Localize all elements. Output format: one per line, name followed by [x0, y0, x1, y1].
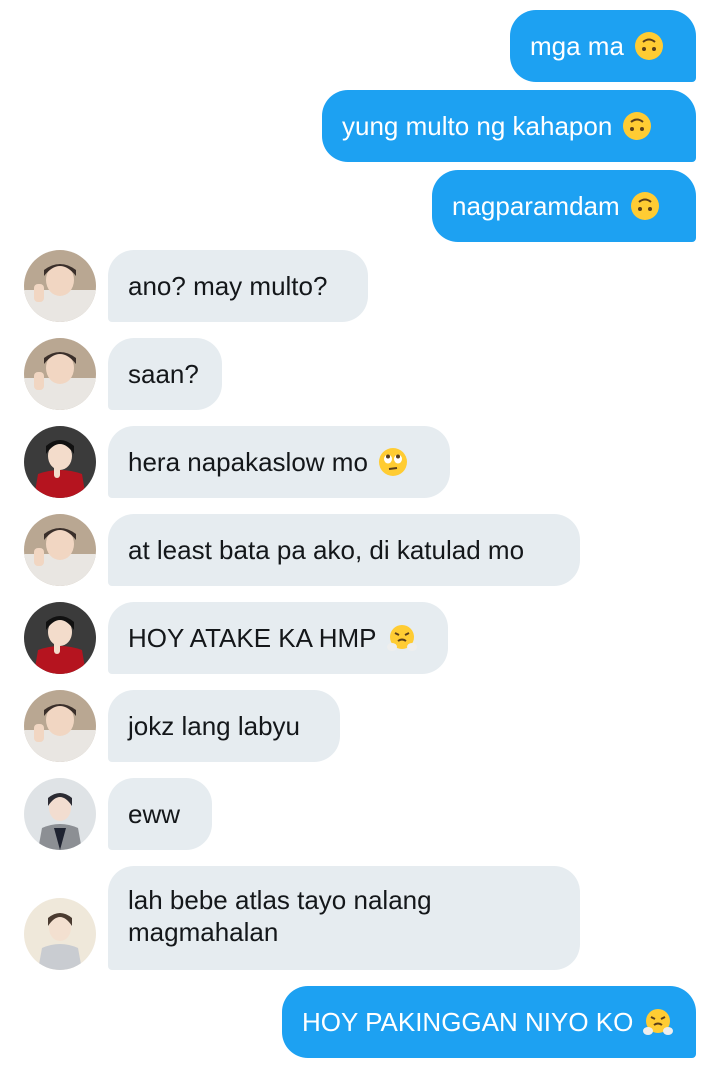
message-text: hera napakaslow mo	[128, 447, 368, 477]
message-text: yung multo ng kahapon	[342, 111, 613, 141]
received-message-bubble[interactable]: at least bata pa ako, di katulad mo	[108, 514, 580, 586]
avatar-user-a[interactable]	[24, 514, 96, 586]
received-message-bubble[interactable]: eww	[108, 778, 212, 850]
avatar-user-a[interactable]	[24, 250, 96, 322]
steam-from-nose-emoji-icon	[643, 1007, 674, 1037]
avatar-user-a[interactable]	[24, 690, 96, 762]
avatar-user-b[interactable]	[24, 426, 96, 498]
upside-down-face-emoji-icon	[630, 191, 660, 221]
avatar-user-d[interactable]	[24, 898, 96, 970]
received-message-bubble[interactable]: HOY ATAKE KA HMP	[108, 602, 448, 674]
message-text: HOY ATAKE KA HMP	[128, 623, 377, 653]
sent-message-bubble[interactable]: mga ma	[510, 10, 696, 82]
chat-thread: mga ma yung multo ng kahapon nagparamdam…	[0, 0, 720, 1071]
message-text: at least bata pa ako, di katulad mo	[128, 535, 525, 565]
message-text: lah bebe atlas tayo nalang magmahalan	[128, 885, 432, 947]
message-text: jokz lang labyu	[128, 711, 300, 741]
received-message-bubble[interactable]: jokz lang labyu	[108, 690, 340, 762]
message-text: saan?	[128, 359, 199, 389]
upside-down-face-emoji-icon	[634, 31, 664, 61]
steam-from-nose-emoji-icon	[386, 623, 417, 653]
sent-message-bubble[interactable]: nagparamdam	[432, 170, 696, 242]
avatar-user-b[interactable]	[24, 602, 96, 674]
message-text: ano? may multo?	[128, 271, 328, 301]
message-text: nagparamdam	[452, 191, 620, 221]
message-text: eww	[128, 799, 181, 829]
avatar-user-a[interactable]	[24, 338, 96, 410]
message-text: HOY PAKINGGAN NIYO KO	[302, 1007, 634, 1037]
sent-message-bubble[interactable]: yung multo ng kahapon	[322, 90, 696, 162]
received-message-bubble[interactable]: hera napakaslow mo	[108, 426, 450, 498]
received-message-bubble[interactable]: lah bebe atlas tayo nalang magmahalan	[108, 866, 580, 970]
avatar-user-c[interactable]	[24, 778, 96, 850]
message-text: mga ma	[530, 31, 624, 61]
upside-down-face-emoji-icon	[622, 111, 652, 141]
eye-roll-emoji-icon	[378, 447, 408, 477]
received-message-bubble[interactable]: saan?	[108, 338, 222, 410]
sent-message-bubble[interactable]: HOY PAKINGGAN NIYO KO	[282, 986, 696, 1058]
received-message-bubble[interactable]: ano? may multo?	[108, 250, 368, 322]
